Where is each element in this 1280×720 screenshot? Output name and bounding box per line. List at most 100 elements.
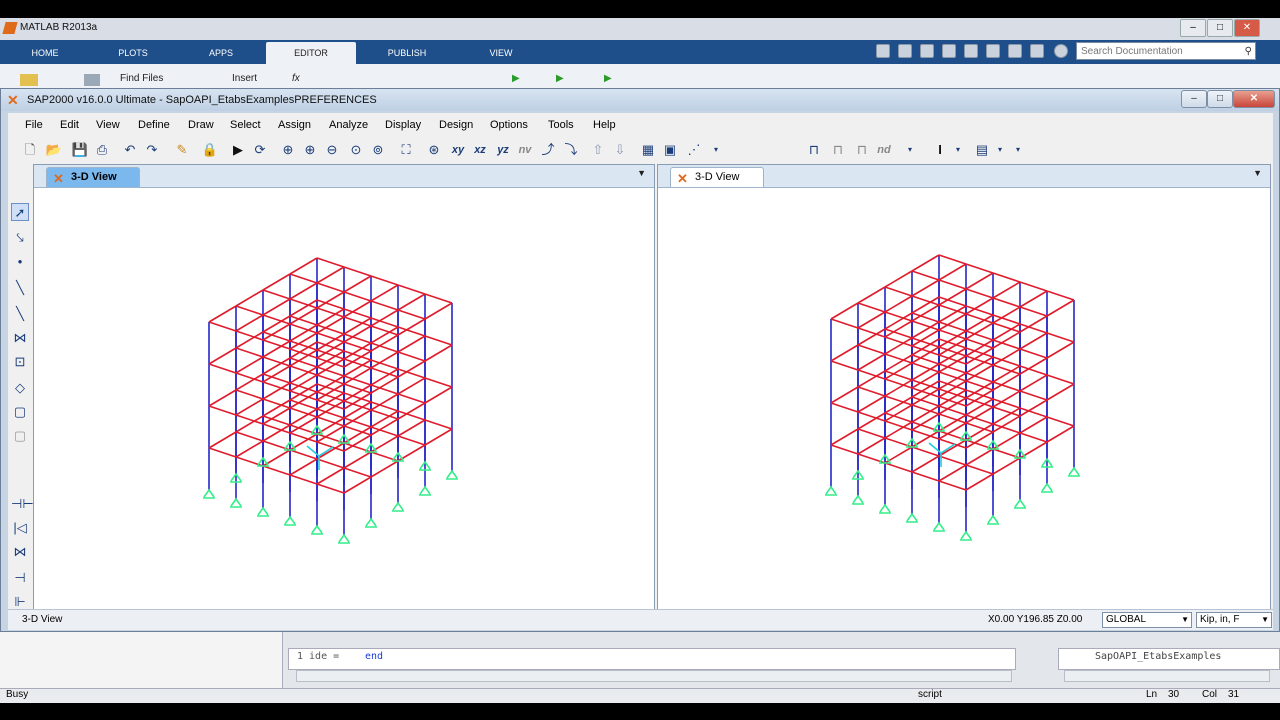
frame-beam[interactable] <box>316 374 345 385</box>
move-down-icon[interactable]: ⇩ <box>610 140 630 160</box>
frame-beam[interactable] <box>1046 332 1075 343</box>
frame-beam[interactable] <box>316 266 345 284</box>
frame-beam[interactable] <box>1046 383 1075 401</box>
frame-beam[interactable] <box>938 279 967 290</box>
frame-beam[interactable] <box>343 325 372 343</box>
frame-beam[interactable] <box>262 315 291 333</box>
frame-beam[interactable] <box>1046 290 1075 301</box>
frame-beam[interactable] <box>992 373 1021 391</box>
quick-access-icon[interactable] <box>876 44 890 58</box>
frame-beam[interactable] <box>316 332 345 343</box>
frame-beam[interactable] <box>316 467 345 485</box>
frame-beam[interactable] <box>235 347 264 358</box>
menu-draw[interactable]: Draw <box>188 119 214 131</box>
frame-beam[interactable] <box>911 405 940 423</box>
frame-beam[interactable] <box>262 415 291 426</box>
frame-beam[interactable] <box>289 307 318 325</box>
frame-beam[interactable] <box>235 414 264 425</box>
joint-support-icon[interactable] <box>852 494 864 505</box>
frame-beam[interactable] <box>397 410 426 421</box>
frame-beam[interactable] <box>965 297 994 315</box>
frame-beam[interactable] <box>316 257 345 268</box>
menu-edit[interactable]: Edit <box>60 119 79 131</box>
frame-beam[interactable] <box>316 349 345 360</box>
frame-beam[interactable] <box>235 372 264 383</box>
redo-icon[interactable]: ↷ <box>142 140 162 160</box>
frame-beam[interactable] <box>289 340 318 351</box>
frame-beam[interactable] <box>343 384 372 402</box>
minimize-icon[interactable]: – <box>1180 19 1206 37</box>
frame-beam[interactable] <box>289 408 318 426</box>
frame-beam[interactable] <box>208 305 237 323</box>
frame-beam[interactable] <box>938 372 967 390</box>
frame-beam[interactable] <box>235 431 264 442</box>
frame-beam[interactable] <box>911 363 940 381</box>
search-icon[interactable]: ⚲ <box>1245 43 1252 61</box>
frame-beam[interactable] <box>992 407 1021 425</box>
frame-beam[interactable] <box>289 365 318 376</box>
frame-beam[interactable] <box>992 323 1021 341</box>
frame-beam[interactable] <box>992 306 1021 324</box>
frame-beam[interactable] <box>938 313 967 331</box>
frame-beam[interactable] <box>965 305 994 316</box>
move-up-icon[interactable]: ⇧ <box>588 140 608 160</box>
frame-beam[interactable] <box>316 391 345 402</box>
menu-design[interactable]: Design <box>439 119 473 131</box>
menu-tools[interactable]: Tools <box>548 119 574 131</box>
frame-beam[interactable] <box>397 309 426 320</box>
joint-support-icon[interactable] <box>960 530 972 541</box>
frame-beam[interactable] <box>938 363 967 374</box>
joint-support-icon[interactable] <box>906 512 918 523</box>
tab-apps[interactable]: APPS <box>176 42 266 64</box>
frame-beam[interactable] <box>830 302 859 320</box>
frame-beam[interactable] <box>884 328 913 339</box>
frame-beam[interactable] <box>262 423 291 434</box>
frame-beam[interactable] <box>424 419 453 430</box>
frame-beam[interactable] <box>370 351 399 369</box>
frame-beam[interactable] <box>262 323 291 341</box>
frame-beam[interactable] <box>965 372 994 383</box>
frame-beam[interactable] <box>911 471 940 482</box>
joint-support-icon[interactable] <box>365 517 377 528</box>
section-dropdown-icon[interactable]: ▾ <box>948 140 968 160</box>
frame-beam[interactable] <box>965 381 994 399</box>
frame-beam[interactable] <box>262 382 291 400</box>
cut-icon[interactable] <box>920 44 934 58</box>
switch-window-icon[interactable] <box>1030 44 1044 58</box>
frame-beam[interactable] <box>289 282 318 300</box>
open-icon[interactable]: 📂 <box>44 140 64 160</box>
frame-beam[interactable] <box>857 311 886 329</box>
frame-beam[interactable] <box>884 270 913 288</box>
frame-beam[interactable] <box>289 357 318 368</box>
frame-beam[interactable] <box>1046 299 1075 317</box>
nd-button[interactable]: nd <box>874 140 894 160</box>
menu-analyze[interactable]: Analyze <box>329 119 368 131</box>
joint-support-icon[interactable] <box>825 485 837 496</box>
frame-beam[interactable] <box>1019 315 1048 333</box>
frame-beam[interactable] <box>1046 425 1075 443</box>
frame-beam[interactable] <box>316 358 345 376</box>
frame-beam[interactable] <box>884 353 913 364</box>
tab-home[interactable]: HOME <box>0 42 90 64</box>
frame-beam[interactable] <box>1019 348 1048 359</box>
frame-beam[interactable] <box>1019 281 1048 292</box>
frame-beam[interactable] <box>208 447 237 458</box>
units-select[interactable]: Kip, in, F ▼ <box>1196 612 1272 628</box>
frame-beam[interactable] <box>884 412 913 423</box>
frame-beam[interactable] <box>992 365 1021 383</box>
rotate-down-icon[interactable]: ⤵ <box>561 140 581 160</box>
run-advance-icon[interactable]: ▶ <box>556 73 564 84</box>
frame-beam[interactable] <box>857 302 886 313</box>
frame-beam[interactable] <box>208 347 237 365</box>
snap-options-icon[interactable]: ⋰ <box>684 140 704 160</box>
frame-beam[interactable] <box>992 348 1021 366</box>
frame-beam[interactable] <box>1019 390 1048 401</box>
frame-beam[interactable] <box>965 322 994 340</box>
frame-beam[interactable] <box>235 356 264 374</box>
clear-selection-icon[interactable]: ⋈ <box>11 543 29 561</box>
undo-icon[interactable]: ↶ <box>120 140 140 160</box>
frame-beam[interactable] <box>938 330 967 348</box>
insert-button[interactable]: Insert <box>232 73 257 84</box>
frame-beam[interactable] <box>1019 399 1048 417</box>
frame-beam[interactable] <box>343 476 372 494</box>
